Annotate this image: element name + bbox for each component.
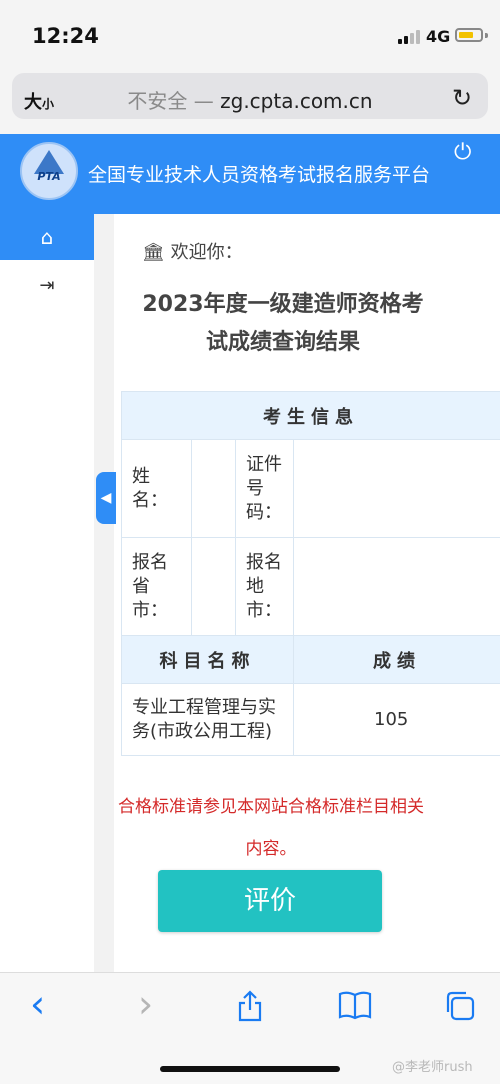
sidebar-toggle-icon[interactable]: ◀ [96,472,116,524]
name-label: 姓名： [122,440,192,538]
table-header-row: 科目名称 成绩 [122,636,500,684]
rate-button[interactable]: 评价 [158,870,382,932]
sidebar [0,214,94,974]
login-icon[interactable]: ⇥ [0,268,94,304]
score-header: 成绩 [294,636,500,684]
site-title: 全国专业技术人员资格考试报名服务平台 [88,160,430,187]
battery-tip [485,33,488,38]
reload-icon[interactable]: ↻ [452,84,472,112]
network-type: 4G [426,27,450,46]
watermark: @李老师rush [392,1056,473,1075]
subject-header: 科目名称 [122,636,294,684]
home-indicator [160,1066,340,1072]
name-value [192,440,236,538]
home-icon[interactable]: ⌂ [0,214,94,260]
bookmarks-icon[interactable] [338,990,372,1027]
section-header: 考生信息 [122,392,500,440]
signal-icon [398,30,420,44]
welcome-label: 欢迎你： [171,242,243,263]
bank-icon: 🏛 [142,242,165,263]
logo-text: PTA [20,170,78,183]
table-row: 姓名： 证件号码： [122,440,500,538]
status-time: 12:24 [32,24,99,48]
score-table: 考生信息 姓名： 证件号码： 报名省市： 报名地市： 科目名称 成绩 专业工程管… [121,391,500,756]
welcome-text: 🏛 欢迎你： [142,238,243,264]
url-text: zg.cpta.com.cn [220,89,372,113]
page-title: 2023年度一级建造师资格考试成绩查询结果 [118,286,448,362]
id-value [294,440,500,538]
score-value: 105 [294,684,500,756]
insecure-label: 不安全 — [127,89,213,113]
battery-icon [455,28,483,42]
title-line-1: 2023年度一级建造师资格考 [118,286,448,324]
title-line-2: 试成绩查询结果 [118,324,448,362]
back-icon[interactable]: ‹ [30,982,45,1026]
url-display[interactable]: 不安全 — zg.cpta.com.cn [0,85,500,114]
share-icon[interactable] [236,990,264,1029]
city-value [294,538,500,636]
tabs-icon[interactable] [444,990,476,1029]
table-row: 报名省市： 报名地市： [122,538,500,636]
province-label: 报名省市： [122,538,192,636]
pass-standard-notice: 合格标准请参见本网站合格标准栏目相关内容。 [116,786,426,870]
table-header-row: 考生信息 [122,392,500,440]
province-value [192,538,236,636]
city-label: 报名地市： [236,538,294,636]
id-label: 证件号码： [236,440,294,538]
subject-name: 专业工程管理与实务(市政公用工程) [122,684,294,756]
forward-icon[interactable]: › [138,982,153,1026]
power-icon[interactable]: ⏻ [454,140,471,165]
table-row: 专业工程管理与实务(市政公用工程) 105 [122,684,500,756]
